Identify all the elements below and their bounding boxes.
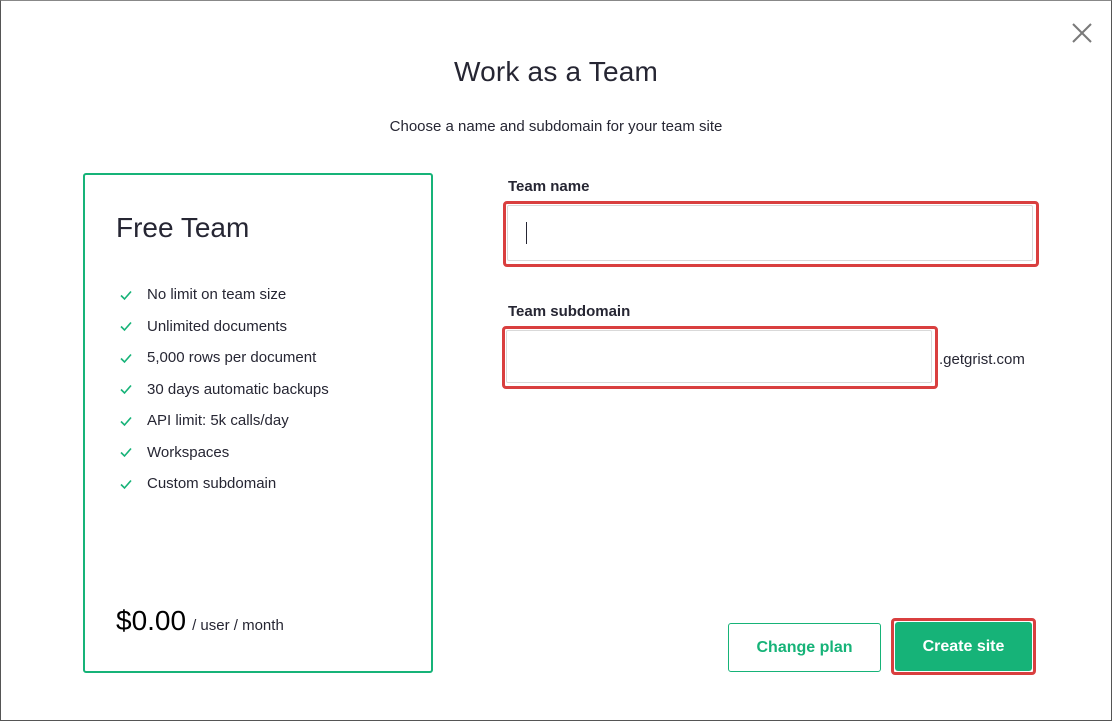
price-unit: / user / month <box>192 617 284 634</box>
check-icon <box>119 351 133 365</box>
team-subdomain-input[interactable] <box>506 330 932 383</box>
team-name-input[interactable] <box>507 205 1033 261</box>
subdomain-suffix: .getgrist.com <box>939 351 1025 368</box>
team-name-label: Team name <box>508 178 590 195</box>
price-amount: $0.00 <box>116 605 187 636</box>
plan-feature: 30 days automatic backups <box>119 374 329 406</box>
text-caret <box>526 222 527 244</box>
plan-card: Free Team No limit on team size Unlimite… <box>83 173 433 673</box>
check-icon <box>119 319 133 333</box>
plan-feature: Unlimited documents <box>119 311 329 343</box>
plan-feature: 5,000 rows per document <box>119 342 329 374</box>
dialog-subtitle: Choose a name and subdomain for your tea… <box>389 118 723 135</box>
plan-feature-label: 5,000 rows per document <box>147 349 317 367</box>
plan-feature-label: Custom subdomain <box>147 475 277 493</box>
team-subdomain-label: Team subdomain <box>508 303 631 320</box>
plan-feature-label: 30 days automatic backups <box>147 380 329 398</box>
change-plan-button[interactable]: Change plan <box>728 623 881 672</box>
check-icon <box>119 414 133 428</box>
plan-feature: API limit: 5k calls/day <box>119 405 329 437</box>
plan-price: $0.00 / user / month <box>116 605 284 637</box>
team-site-dialog: Work as a Team Choose a name and subdoma… <box>0 0 1112 721</box>
create-site-button[interactable]: Create site <box>895 622 1032 671</box>
close-icon[interactable] <box>1067 18 1097 48</box>
check-icon <box>119 477 133 491</box>
plan-name: Free Team <box>116 212 250 243</box>
plan-feature: No limit on team size <box>119 279 329 311</box>
plan-feature-list: No limit on team size Unlimited document… <box>119 279 329 500</box>
plan-feature-label: Workspaces <box>147 443 230 461</box>
plan-feature: Custom subdomain <box>119 468 329 500</box>
check-icon <box>119 288 133 302</box>
plan-feature-label: No limit on team size <box>147 286 287 304</box>
dialog-title: Work as a Team <box>453 56 659 87</box>
check-icon <box>119 445 133 459</box>
check-icon <box>119 382 133 396</box>
plan-feature: Workspaces <box>119 437 329 469</box>
plan-feature-label: API limit: 5k calls/day <box>147 412 289 430</box>
plan-feature-label: Unlimited documents <box>147 317 288 335</box>
